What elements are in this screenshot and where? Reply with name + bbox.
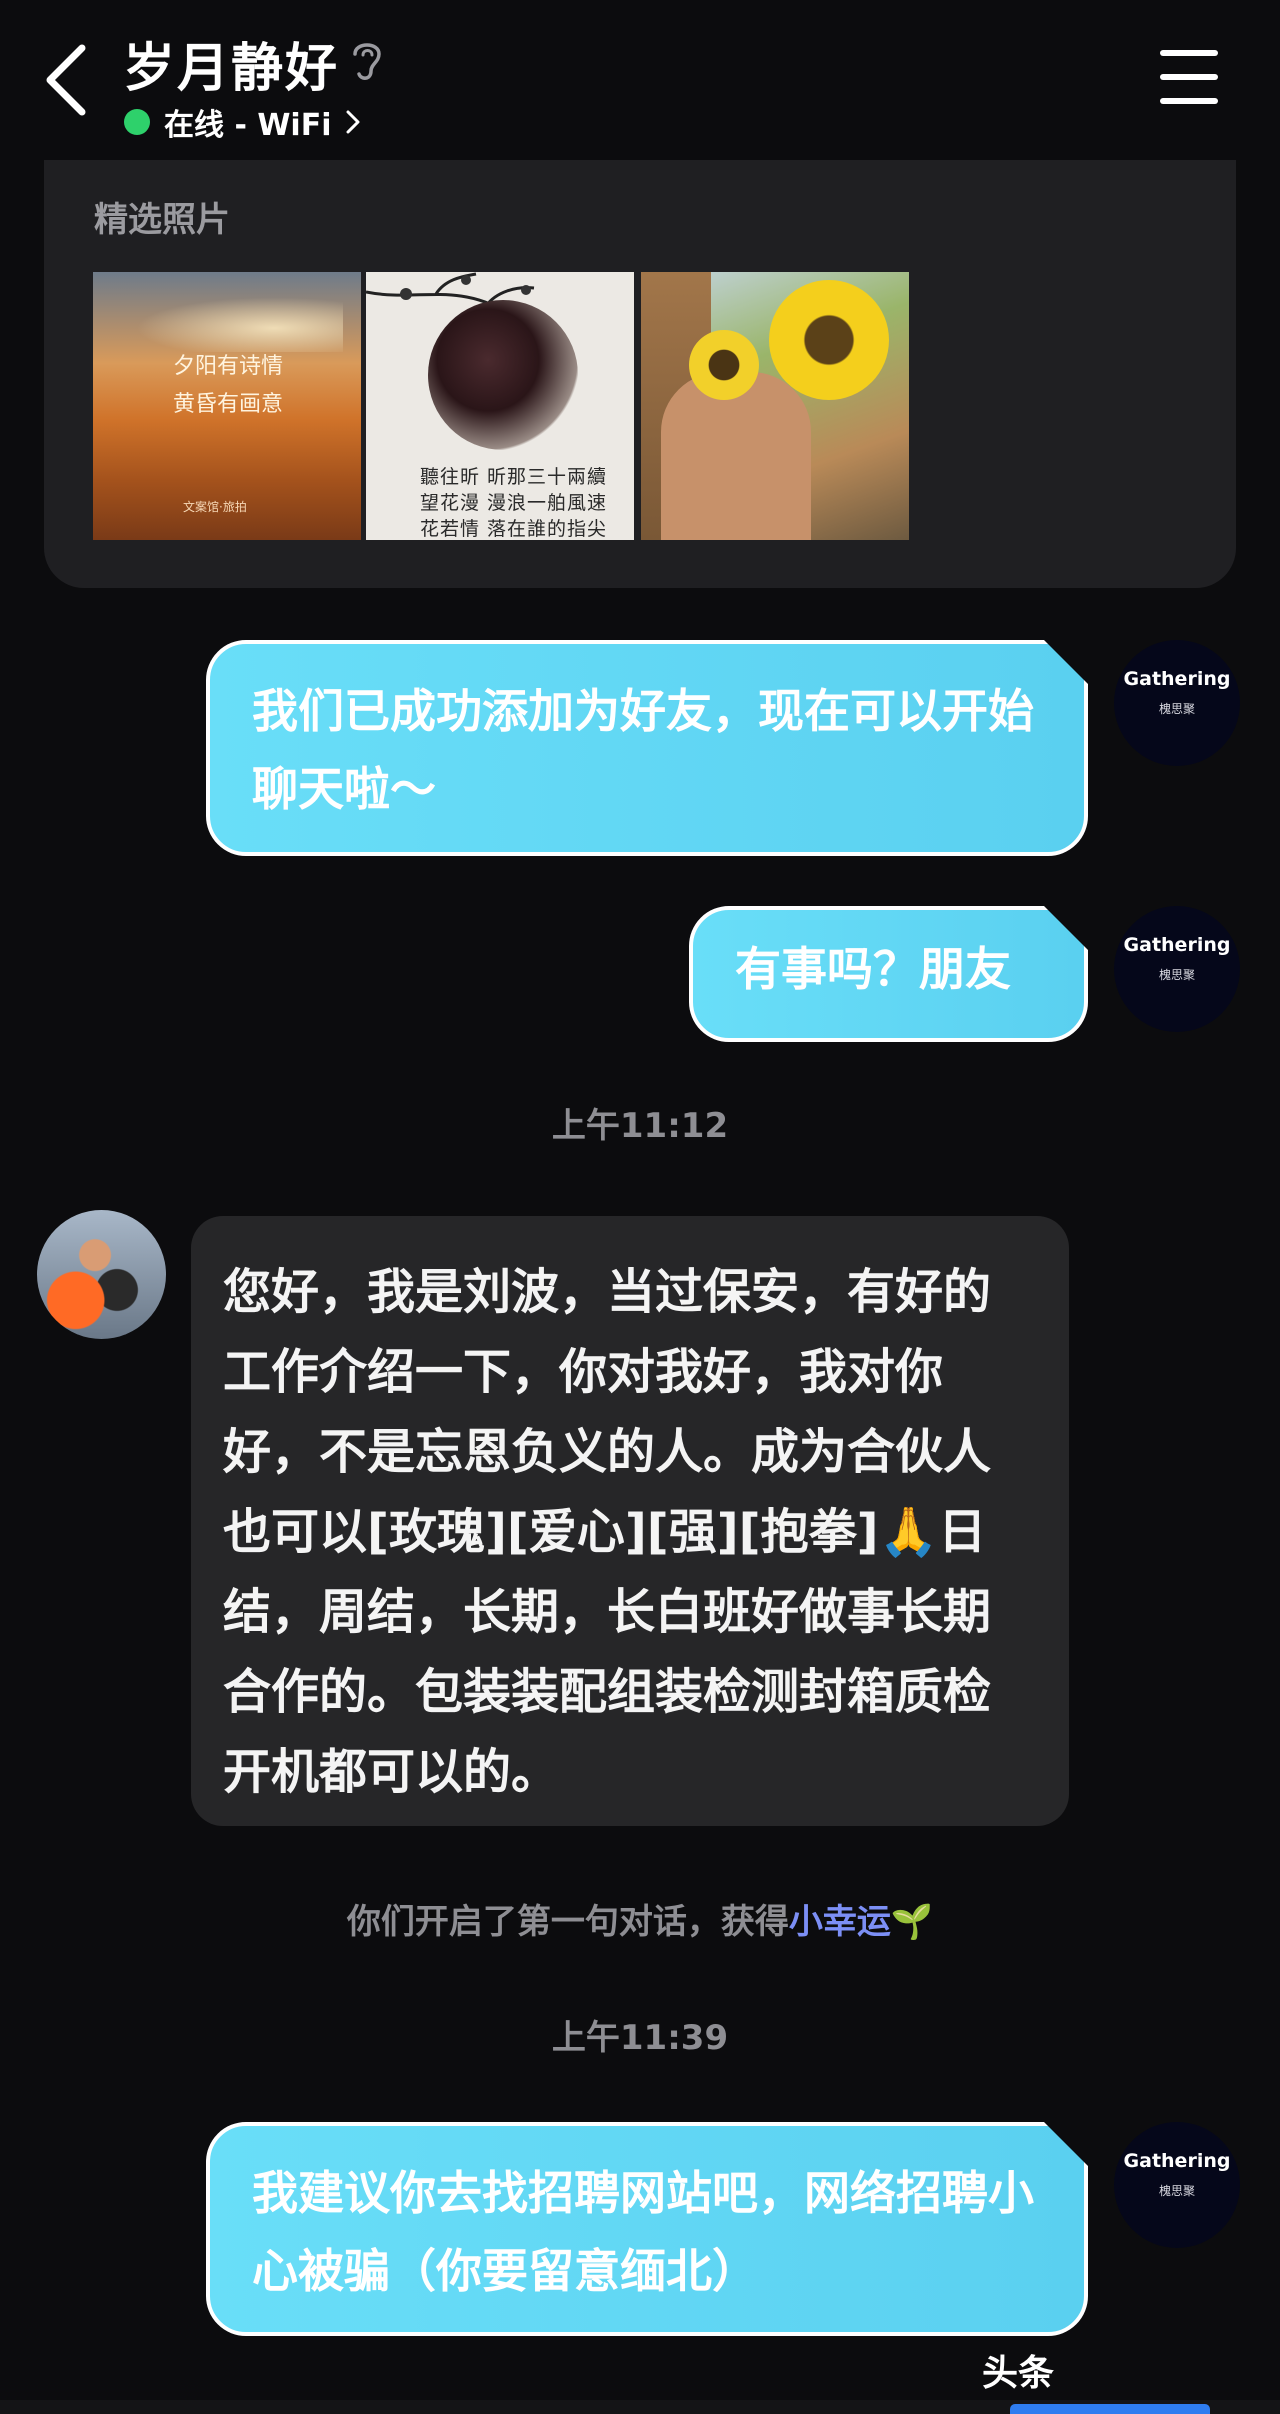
chevron-left-icon <box>46 44 86 116</box>
chat-screen: 岁月静好 在线 - WiFi 精选照片 夕阳有诗情 黄昏有画意 文案馆·旅拍 聽… <box>0 0 1280 2414</box>
message-bubble-outgoing[interactable]: 我们已成功添加为好友，现在可以开始聊天啦～ <box>206 640 1088 856</box>
message-bubble-incoming[interactable]: 您好，我是刘波，当过保安，有好的工作介绍一下，你对我好，我对你好，不是忘恩负义的… <box>191 1216 1069 1826</box>
featured-photo-2[interactable]: 聽往昕 昕那三十兩續 望花漫 漫浪一舶風速 花若情 落在誰的指尖 <box>366 272 634 540</box>
lucky-link[interactable]: 小幸运 <box>789 1902 891 1942</box>
avatar-name: Gathering <box>1123 934 1231 956</box>
photo-footer: 文案馆·旅拍 <box>183 500 247 514</box>
timestamp: 上午11:39 <box>551 2018 729 2058</box>
chevron-right-icon <box>346 110 359 134</box>
photo-caption: 黄昏有画意 <box>173 392 284 417</box>
hamburger-icon <box>1160 50 1218 56</box>
chat-header: 岁月静好 在线 - WiFi <box>0 0 1280 158</box>
online-dot-icon <box>124 109 150 135</box>
photo-poem-line: 花若情 落在誰的指尖 <box>420 518 608 540</box>
send-button-edge[interactable] <box>1010 2404 1210 2414</box>
photo-caption: 夕阳有诗情 <box>173 354 284 379</box>
avatar-name: Gathering <box>1123 2150 1231 2172</box>
system-note-text: 你们开启了第一句对话，获得 <box>346 1902 789 1942</box>
system-note: 你们开启了第一句对话，获得小幸运🌱 <box>0 1894 1280 1943</box>
avatar-subtitle: 槐思聚 <box>1158 2184 1195 2198</box>
status-text: 在线 - WiFi <box>164 108 332 143</box>
back-button[interactable] <box>38 42 98 118</box>
featured-photos-label: 精选照片 <box>94 200 230 240</box>
avatar-subtitle: 槐思聚 <box>1158 968 1195 982</box>
avatar[interactable]: Gathering 槐思聚 <box>1114 2122 1240 2248</box>
sunflower-icon <box>689 330 759 400</box>
friend-avatar[interactable] <box>37 1210 166 1339</box>
timestamp: 上午11:12 <box>551 1106 729 1146</box>
featured-photo-1[interactable]: 夕阳有诗情 黄昏有画意 文案馆·旅拍 <box>93 272 361 540</box>
sunflower-icon <box>769 280 889 400</box>
featured-photos-card: 精选照片 夕阳有诗情 黄昏有画意 文案馆·旅拍 聽往昕 昕那三十兩續 望花漫 漫… <box>44 160 1236 588</box>
photo-poem-line: 望花漫 漫浪一舶風速 <box>420 492 608 514</box>
sprout-icon: 🌱 <box>890 1902 934 1942</box>
avatar[interactable]: Gathering 槐思聚 <box>1114 906 1240 1032</box>
ear-icon[interactable] <box>347 38 387 84</box>
avatar-subtitle: 槐思聚 <box>1158 702 1195 716</box>
avatar-name: Gathering <box>1123 668 1231 690</box>
avatar[interactable]: Gathering 槐思聚 <box>1114 640 1240 766</box>
menu-button[interactable] <box>1160 50 1222 104</box>
message-bubble-outgoing[interactable]: 我建议你去找招聘网站吧，网络招聘小心被骗（你要留意缅北） <box>206 2122 1088 2336</box>
online-status[interactable]: 在线 - WiFi <box>124 102 362 143</box>
photo-poem-line: 聽往昕 昕那三十兩續 <box>420 466 608 488</box>
featured-photo-3[interactable] <box>641 272 909 540</box>
contact-name[interactable]: 岁月静好 <box>123 26 339 101</box>
message-bubble-outgoing[interactable]: 有事吗？朋友 <box>689 906 1088 1042</box>
